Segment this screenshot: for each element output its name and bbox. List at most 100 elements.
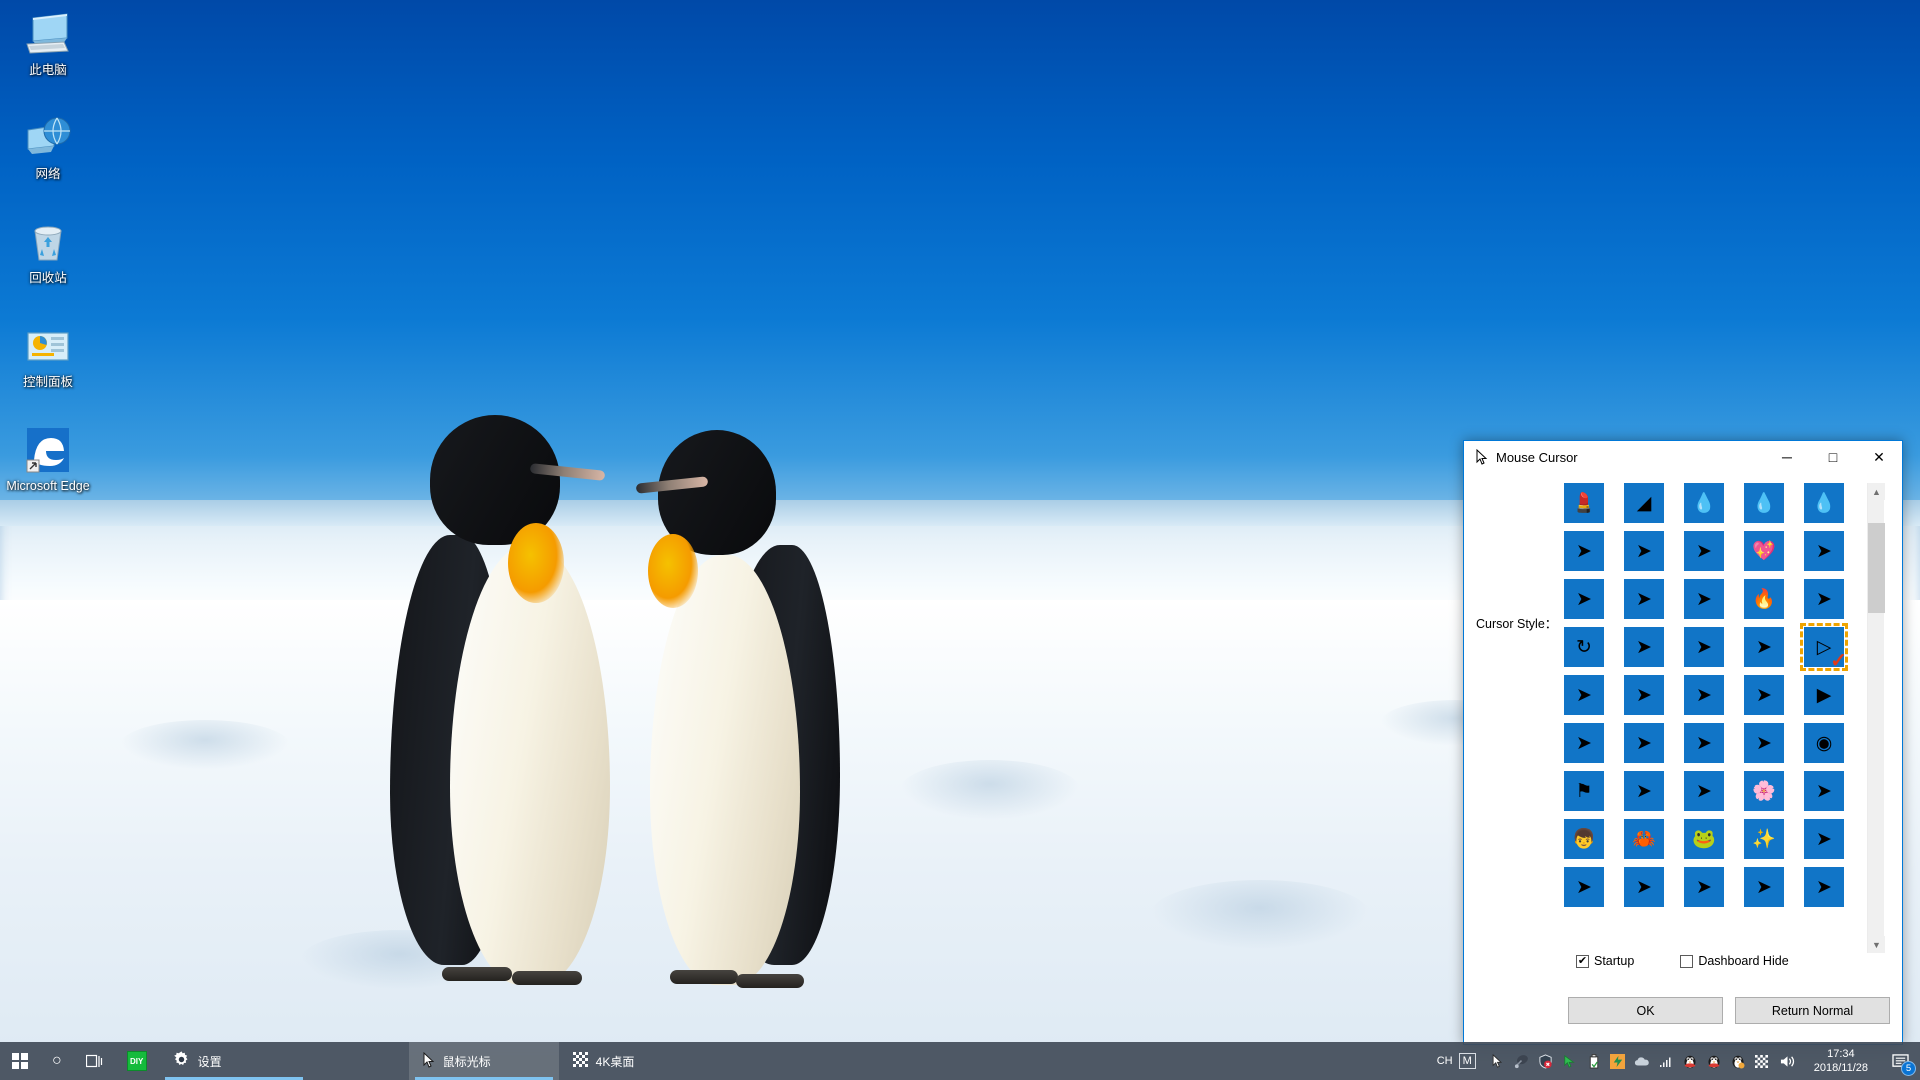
cursor-tile[interactable]: 👦	[1564, 819, 1604, 859]
cursor-tile[interactable]: ➤	[1804, 579, 1844, 619]
cursor-grid-cell[interactable]: ➤	[1624, 867, 1684, 915]
cursor-grid-cell[interactable]: 🌸	[1744, 771, 1804, 819]
cursor-grid-cell[interactable]: 🐸	[1684, 819, 1744, 867]
start-button[interactable]	[0, 1042, 40, 1080]
scroll-up-arrow-icon[interactable]: ▲	[1868, 483, 1885, 500]
cursor-tile[interactable]: ➤	[1624, 531, 1664, 571]
cursor-grid-cell[interactable]: ➤	[1744, 627, 1804, 675]
cursor-grid-cell[interactable]: 💖	[1744, 531, 1804, 579]
cursor-grid-cell[interactable]: ↻	[1564, 627, 1624, 675]
cursor-tile[interactable]: ⚑	[1564, 771, 1604, 811]
cursor-tile[interactable]: 🐸	[1684, 819, 1724, 859]
cursor-grid-cell[interactable]: 🦀	[1624, 819, 1684, 867]
cursor-grid-cell[interactable]: ⚑	[1564, 771, 1624, 819]
cursor-grid-cell[interactable]: 👦	[1564, 819, 1624, 867]
cursor-grid-cell[interactable]: ➤	[1624, 723, 1684, 771]
cursor-grid-cell[interactable]: ✨	[1744, 819, 1804, 867]
cursor-tile[interactable]: ➤	[1804, 819, 1844, 859]
close-button[interactable]: ✕	[1856, 442, 1902, 473]
cursor-tile[interactable]: ◢	[1624, 483, 1664, 523]
cursor-tile[interactable]: ➤	[1564, 675, 1604, 715]
cursor-tile[interactable]: 🔥	[1744, 579, 1784, 619]
cursor-tile[interactable]: ➤	[1564, 723, 1604, 763]
cursor-grid-cell[interactable]: 💧	[1684, 483, 1744, 531]
qq-penguin-icon[interactable]	[1678, 1042, 1702, 1080]
cursor-grid-cell[interactable]: ➤	[1804, 867, 1864, 915]
cursor-grid-cell[interactable]: ➤	[1564, 675, 1624, 723]
startup-checkbox-box[interactable]: ✔	[1576, 954, 1589, 968]
cursor-tile[interactable]: ▶	[1804, 675, 1844, 715]
cursor-tile[interactable]: ◉	[1804, 723, 1844, 763]
qq-penguin-icon[interactable]	[1726, 1042, 1750, 1080]
cursor-grid-cell[interactable]: ➤	[1624, 531, 1684, 579]
cursor-tile[interactable]: 🦀	[1624, 819, 1664, 859]
cursor-grid-cell[interactable]: ➤	[1804, 579, 1864, 627]
ok-button[interactable]: OK	[1568, 997, 1723, 1024]
startup-checkbox[interactable]: ✔ Startup	[1576, 954, 1634, 968]
desktop-icon-this-pc[interactable]: 此电脑	[0, 4, 96, 82]
dashboard-hide-checkbox-box[interactable]	[1680, 954, 1694, 968]
cursor-grid-cell[interactable]: ➤	[1624, 579, 1684, 627]
cursor-tile[interactable]: ↻	[1564, 627, 1604, 667]
cursor-tile[interactable]: 🌸	[1744, 771, 1784, 811]
cursor-grid-cell[interactable]: ➤	[1684, 627, 1744, 675]
cursor-tile[interactable]: ➤	[1744, 867, 1784, 907]
action-center-button[interactable]: 5	[1880, 1042, 1920, 1080]
cursor-tile[interactable]: ➤	[1804, 531, 1844, 571]
cursor-tile-selected[interactable]: ▷ ✓	[1800, 623, 1848, 671]
cursor-tile[interactable]: ➤	[1624, 675, 1664, 715]
cursor-grid-cell[interactable]: ➤	[1804, 771, 1864, 819]
cursor-grid-cell[interactable]: ◢	[1624, 483, 1684, 531]
green-cursor-icon[interactable]	[1558, 1042, 1582, 1080]
cursor-grid-cell[interactable]: ➤	[1684, 675, 1744, 723]
clock[interactable]: 17:34 2018/11/28	[1802, 1042, 1880, 1080]
cursor-grid-cell[interactable]: ➤	[1684, 531, 1744, 579]
cursor-grid-cell[interactable]: ➤	[1804, 819, 1864, 867]
qq-penguin-icon[interactable]	[1702, 1042, 1726, 1080]
desktop-icon-recycle-bin[interactable]: 回收站	[0, 212, 96, 290]
satellite-dish-icon[interactable]	[1510, 1042, 1534, 1080]
ime-indicator[interactable]: CH M	[1427, 1042, 1486, 1080]
cursor-tile[interactable]: ➤	[1684, 867, 1724, 907]
cursor-grid-cell[interactable]: ➤	[1684, 867, 1744, 915]
cursor-tile[interactable]: ➤	[1624, 723, 1664, 763]
cursor-grid-cell[interactable]: ➤	[1744, 675, 1804, 723]
cursor-tile[interactable]: ➤	[1684, 771, 1724, 811]
cursor-grid-cell[interactable]: ➤	[1744, 723, 1804, 771]
cursor-tile[interactable]: ➤	[1564, 867, 1604, 907]
shield-error-icon[interactable]	[1534, 1042, 1558, 1080]
cursor-grid-cell[interactable]: ➤	[1564, 867, 1624, 915]
cursor-grid-cell[interactable]: ➤	[1684, 579, 1744, 627]
cursor-tile[interactable]: ➤	[1684, 579, 1724, 619]
cursor-grid-cell[interactable]: ➤	[1744, 867, 1804, 915]
taskbar-item-settings[interactable]: 设置	[159, 1042, 309, 1080]
cursor-grid-cell[interactable]: ➤	[1564, 531, 1624, 579]
cursor-grid-cell[interactable]: ➤	[1624, 675, 1684, 723]
taskbar-item-mouse-cursor[interactable]: 鼠标光标	[408, 1042, 559, 1080]
cursor-tile[interactable]: 💖	[1744, 531, 1784, 571]
cursor-tile[interactable]: ➤	[1624, 867, 1664, 907]
cursor-grid-cell[interactable]: ▷ ✓	[1800, 623, 1864, 675]
volume-icon[interactable]	[1774, 1042, 1802, 1080]
cursor-tile[interactable]: 💧	[1744, 483, 1784, 523]
cursor-tile[interactable]: ➤	[1624, 579, 1664, 619]
cursor-tile[interactable]: ➤	[1744, 627, 1784, 667]
cursor-tile[interactable]: ➤	[1624, 627, 1664, 667]
cursor-tile[interactable]: ➤	[1624, 771, 1664, 811]
cursor-grid-cell[interactable]: ◉	[1804, 723, 1864, 771]
return-normal-button[interactable]: Return Normal	[1735, 997, 1890, 1024]
cursor-grid-cell[interactable]: ▶	[1804, 675, 1864, 723]
scroll-down-arrow-icon[interactable]: ▼	[1868, 936, 1885, 953]
cursor-tile[interactable]: 💧	[1804, 483, 1844, 523]
cursor-tile[interactable]: ➤	[1804, 771, 1844, 811]
cursor-grid-cell[interactable]: ➤	[1684, 771, 1744, 819]
cursor-tile[interactable]: ✨	[1744, 819, 1784, 859]
minimize-button[interactable]: ─	[1764, 442, 1810, 473]
cursor-grid-cell[interactable]: ➤	[1684, 723, 1744, 771]
cursor-tile[interactable]: 💧	[1684, 483, 1724, 523]
cursor-grid-cell[interactable]: ➤	[1804, 531, 1864, 579]
wifi-icon[interactable]	[1654, 1042, 1678, 1080]
thunder-download-icon[interactable]	[1606, 1042, 1630, 1080]
cursor-tile[interactable]: ➤	[1804, 867, 1844, 907]
cursor-tile[interactable]: ➤	[1564, 579, 1604, 619]
